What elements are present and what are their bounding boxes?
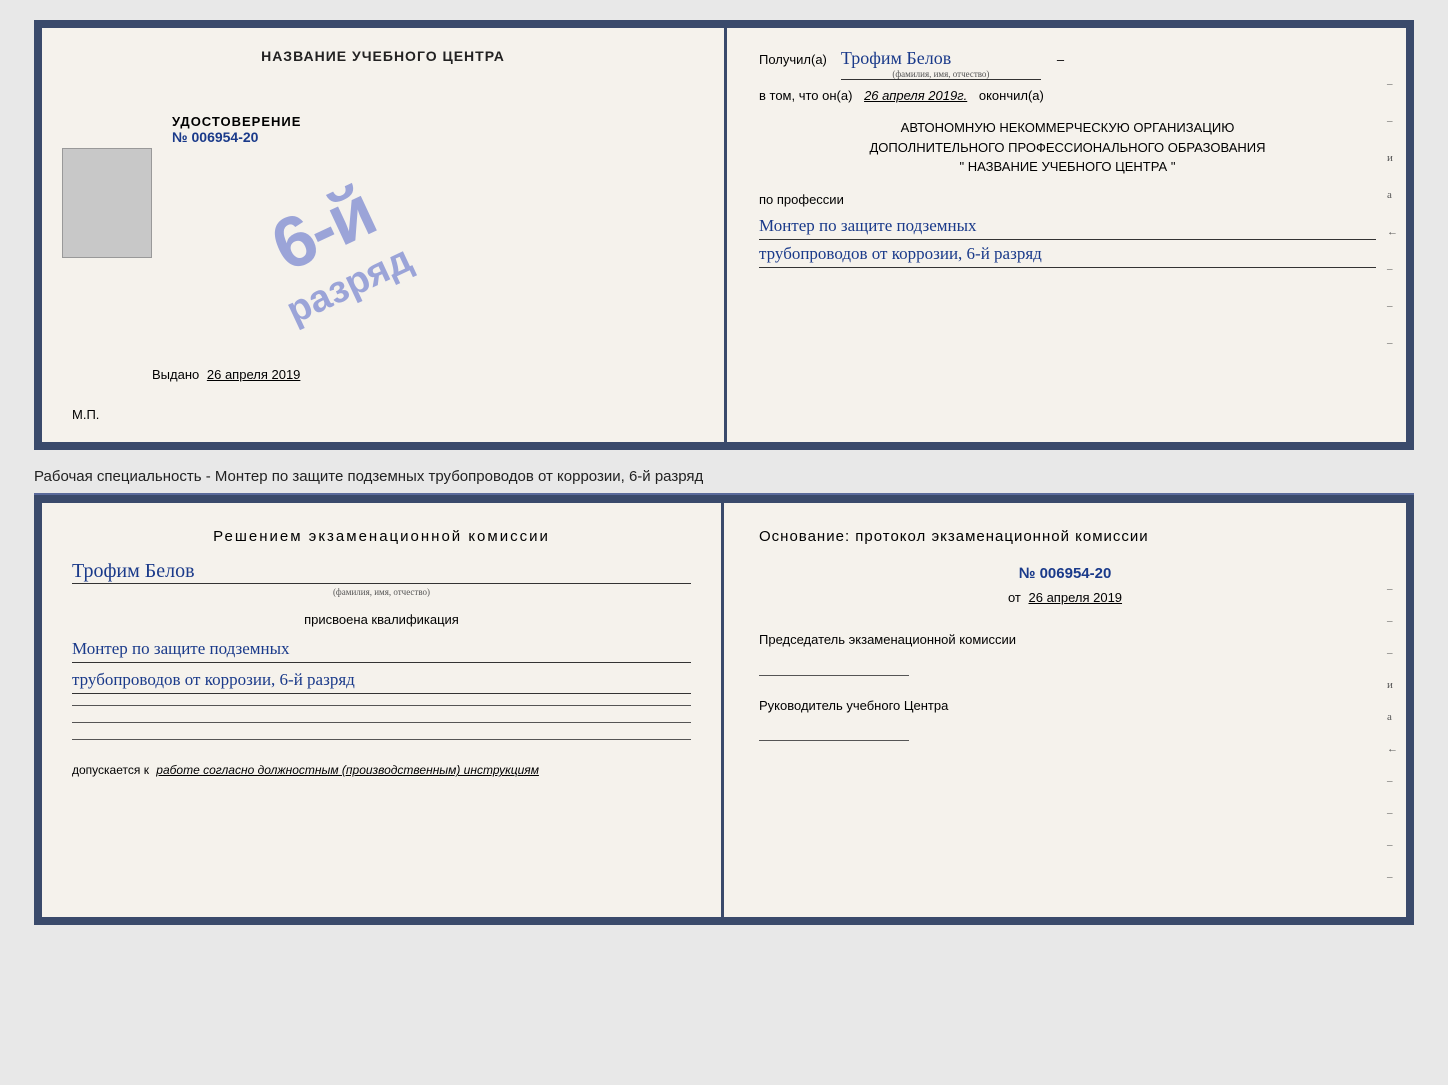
certificate-document: НАЗВАНИЕ УЧЕБНОГО ЦЕНТРА УДОСТОВЕРЕНИЕ №… [34,20,1414,450]
recipient-line: Получил(а) Трофим Белов (фамилия, имя, о… [759,48,1376,80]
date-prefix: в том, что он(а) [759,88,852,103]
org-line3: " НАЗВАНИЕ УЧЕБНОГО ЦЕНТРА " [759,157,1376,177]
bottom-left-panel: Решением экзаменационной комиссии Трофим… [42,503,724,917]
admission-prefix: допускается к [72,763,149,777]
issued-date-value: 26 апреля 2019 [207,367,301,382]
issued-date-block: Выдано 26 апреля 2019 [152,367,300,382]
mp-stamp-label: М.П. [72,407,99,422]
chairman-block: Председатель экзаменационной комиссии [759,630,1371,676]
bottom-right-side-marks: – – – и а ← – – – – [1387,583,1398,883]
qualification-line1: Монтер по защите подземных [72,635,691,663]
fio-label-bottom: (фамилия, имя, отчество) [72,587,691,597]
admission-italic: работе согласно должностным (производств… [156,763,539,777]
cert-right-panel: Получил(а) Трофим Белов (фамилия, имя, о… [724,28,1406,442]
dash-top: – [1057,52,1064,67]
cert-number: № 006954-20 [172,129,694,145]
profession-line1: Монтер по защите подземных [759,212,1376,240]
protocol-date-prefix: от [1008,590,1021,605]
commission-title: Решением экзаменационной комиссии [72,528,691,545]
blank-line-2 [72,722,691,723]
head-block: Руководитель учебного Центра [759,696,1371,742]
basis-label: Основание: протокол экзаменационной коми… [759,528,1371,545]
org-line1: АВТОНОМНУЮ НЕКОММЕРЧЕСКУЮ ОРГАНИЗАЦИЮ [759,118,1376,138]
specialty-separator: Рабочая специальность - Монтер по защите… [34,460,1414,495]
qualification-document: Решением экзаменационной комиссии Трофим… [34,495,1414,925]
blank-line-1 [72,705,691,706]
cert-stamp: 6-й разряд [119,35,544,450]
recipient-name-text: Трофим Белов [841,48,951,68]
fio-label-top: (фамилия, имя, отчество) [841,69,1041,79]
recipient-name: Трофим Белов (фамилия, имя, отчество) [841,48,1041,80]
bottom-right-panel: Основание: протокол экзаменационной коми… [724,503,1406,917]
issued-label: Выдано [152,367,199,382]
right-side-marks: – – и а ← – – – [1387,78,1398,349]
org-block: АВТОНОМНУЮ НЕКОММЕРЧЕСКУЮ ОРГАНИЗАЦИЮ ДО… [759,118,1376,177]
stamp-rank-number: 6-й [259,170,386,288]
profession-label: по профессии [759,192,1376,207]
date-suffix: окончил(а) [979,88,1044,103]
cert-title: УДОСТОВЕРЕНИЕ [172,114,694,129]
received-label: Получил(а) [759,52,827,67]
stamp-inner: 6-й разряд [245,163,418,332]
protocol-number: № 006954-20 [759,565,1371,582]
qualification-label: присвоена квалификация [72,612,691,627]
head-title: Руководитель учебного Центра [759,696,1371,716]
protocol-date: от 26 апреля 2019 [759,590,1371,605]
cert-title-block: УДОСТОВЕРЕНИЕ № 006954-20 [172,114,694,145]
cert-training-center-header: НАЗВАНИЕ УЧЕБНОГО ЦЕНТРА [72,48,694,64]
stamp-rank-word: разряд [280,238,418,333]
chairman-signature-line [759,675,909,676]
cert-left-panel: НАЗВАНИЕ УЧЕБНОГО ЦЕНТРА УДОСТОВЕРЕНИЕ №… [42,28,724,442]
profession-line2: трубопроводов от коррозии, 6-й разряд [759,240,1376,268]
photo-placeholder [62,148,152,258]
person-name-bottom: Трофим Белов [72,560,691,584]
qualification-line2: трубопроводов от коррозии, 6-й разряд [72,666,691,694]
date-value: 26 апреля 2019г. [864,88,967,103]
protocol-date-value: 26 апреля 2019 [1029,590,1123,605]
head-signature-line [759,740,909,741]
chairman-title: Председатель экзаменационной комиссии [759,630,1371,650]
admission-text: допускается к работе согласно должностны… [72,763,691,777]
date-line: в том, что он(а) 26 апреля 2019г. окончи… [759,88,1376,103]
org-line2: ДОПОЛНИТЕЛЬНОГО ПРОФЕССИОНАЛЬНОГО ОБРАЗО… [759,138,1376,158]
blank-line-3 [72,739,691,740]
